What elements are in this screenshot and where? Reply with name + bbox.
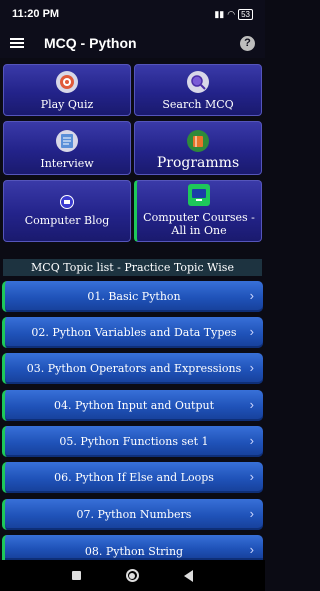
programms-button[interactable]: Programms: [134, 121, 262, 175]
chevron-right-icon: ›: [249, 542, 254, 557]
status-time: 11:20 PM: [12, 8, 60, 20]
book-icon: [187, 130, 209, 152]
topic-label: 05. Python Functions set 1: [59, 435, 209, 448]
topic-item[interactable]: 07. Python Numbers ›: [2, 499, 263, 530]
topic-label: 04. Python Input and Output: [53, 399, 215, 412]
computer-courses-label: Computer Courses - All in One: [143, 211, 255, 237]
help-icon[interactable]: ?: [240, 35, 255, 51]
chevron-right-icon: ›: [249, 360, 254, 375]
back-button[interactable]: [183, 569, 193, 582]
target-icon: [56, 71, 78, 93]
app-bar: MCQ - Python ?: [0, 28, 265, 58]
topic-label: 01. Basic Python: [87, 290, 181, 303]
topic-label: 08. Python String: [84, 545, 184, 558]
topic-item[interactable]: 05. Python Functions set 1 ›: [2, 426, 263, 457]
system-nav-bar: [0, 560, 265, 591]
computer-blog-button[interactable]: Computer Blog: [3, 180, 131, 242]
search-mcq-button[interactable]: Search MCQ: [134, 64, 262, 116]
blog-icon: [60, 195, 74, 209]
interview-button[interactable]: Interview: [3, 121, 131, 175]
search-icon: [187, 71, 209, 93]
menu-icon[interactable]: [10, 38, 24, 48]
computer-courses-button[interactable]: Computer Courses - All in One: [134, 180, 262, 242]
battery-icon: 53: [238, 8, 253, 20]
document-icon: [56, 130, 78, 152]
topic-label: 02. Python Variables and Data Types: [31, 326, 237, 339]
home-button[interactable]: [125, 569, 139, 582]
chevron-right-icon: ›: [249, 288, 254, 303]
topic-item[interactable]: 08. Python String ›: [2, 535, 263, 560]
status-icons: ▮▮ ◠ 53: [214, 8, 253, 20]
search-mcq-label: Search MCQ: [162, 98, 234, 111]
topic-item[interactable]: 01. Basic Python ›: [2, 281, 263, 312]
topic-label: 07. Python Numbers: [76, 508, 192, 521]
topic-item[interactable]: 03. Python Operators and Expressions ›: [2, 353, 263, 384]
chevron-right-icon: ›: [249, 469, 254, 484]
signal-icon: ▮▮: [214, 8, 225, 19]
computer-blog-label: Computer Blog: [24, 214, 110, 227]
topic-item[interactable]: 04. Python Input and Output ›: [2, 390, 263, 421]
page-title: MCQ - Python: [44, 35, 137, 51]
topic-item[interactable]: 06. Python If Else and Loops ›: [2, 462, 263, 493]
play-quiz-label: Play Quiz: [40, 98, 94, 111]
topic-list-header: MCQ Topic list - Practice Topic Wise: [3, 259, 262, 276]
topic-label: 03. Python Operators and Expressions: [26, 362, 242, 375]
topic-item[interactable]: 02. Python Variables and Data Types ›: [2, 317, 263, 348]
play-quiz-button[interactable]: Play Quiz: [3, 64, 131, 116]
chevron-right-icon: ›: [249, 433, 254, 448]
computer-icon: [188, 184, 210, 206]
chevron-right-icon: ›: [249, 397, 254, 412]
chevron-right-icon: ›: [249, 324, 254, 339]
status-bar: 11:20 PM ▮▮ ◠ 53: [0, 0, 265, 28]
chevron-right-icon: ›: [249, 506, 254, 521]
topic-label: 06. Python If Else and Loops: [54, 471, 214, 484]
wifi-icon: ◠: [227, 8, 236, 19]
programms-label: Programms: [156, 155, 240, 171]
recent-apps-button[interactable]: [72, 571, 82, 580]
interview-label: Interview: [40, 157, 94, 170]
